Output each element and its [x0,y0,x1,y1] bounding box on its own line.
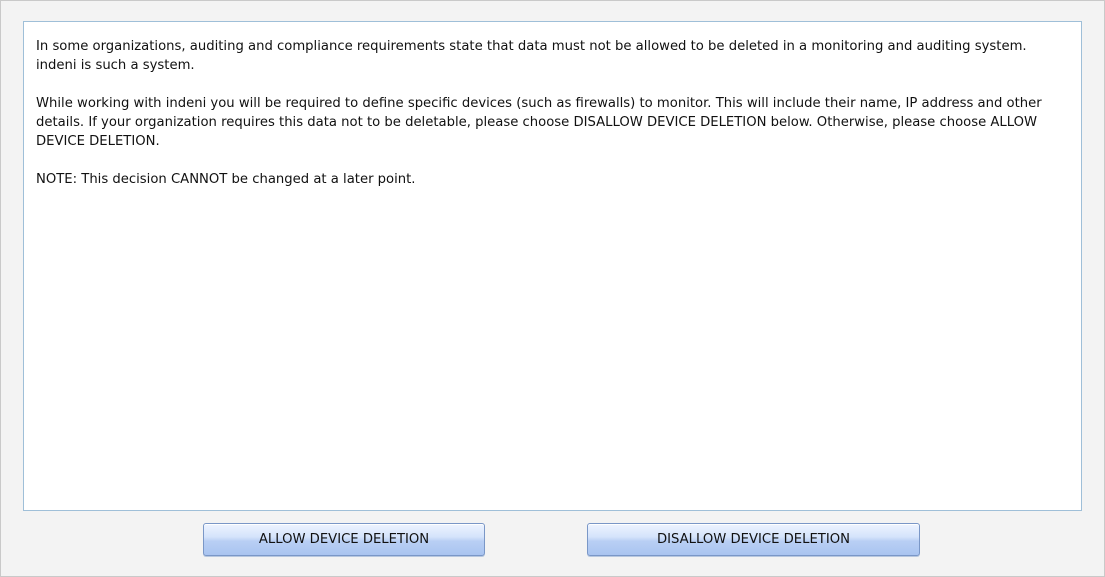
message-paragraph-intro: In some organizations, auditing and comp… [36,39,1027,73]
message-panel: In some organizations, auditing and comp… [23,21,1082,511]
allow-device-deletion-button[interactable]: ALLOW DEVICE DELETION [203,523,485,556]
disallow-device-deletion-button[interactable]: DISALLOW DEVICE DELETION [587,523,920,556]
message-paragraph-instructions: While working with indeni you will be re… [36,96,1042,149]
dialog-window: In some organizations, auditing and comp… [0,0,1105,577]
message-paragraph-note: NOTE: This decision CANNOT be changed at… [36,172,416,187]
